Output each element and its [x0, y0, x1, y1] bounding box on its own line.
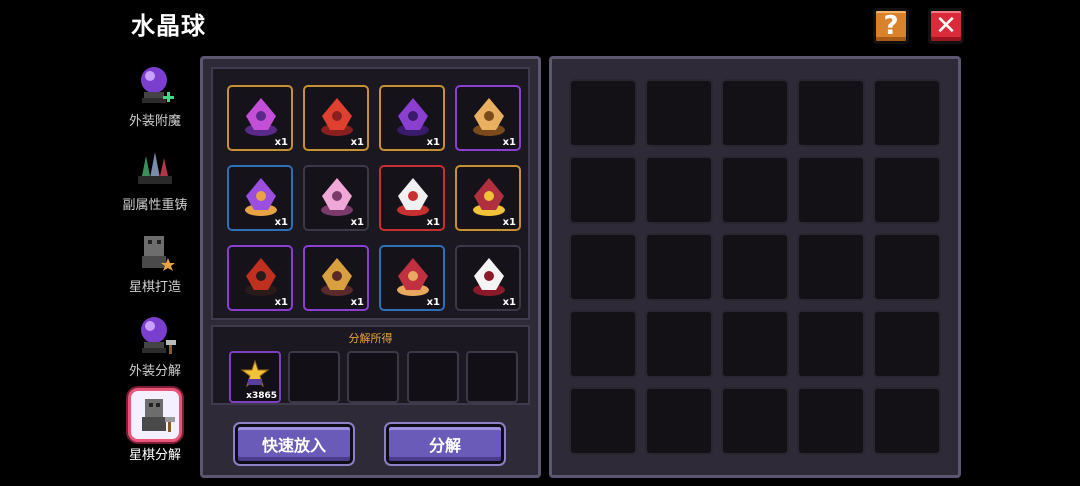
golden-bell-pot-icon: [321, 258, 353, 296]
purple-spellbook-icon: [245, 98, 277, 136]
item-quantity: x1: [426, 297, 440, 308]
help-button[interactable]: ?: [873, 8, 909, 44]
decompose-item-slot[interactable]: x1: [455, 165, 521, 231]
close-icon: ✕: [935, 11, 957, 41]
sidebar-item-substat-reforge[interactable]: 副属性重铸: [112, 146, 198, 220]
golden-horns-helmet-icon: [473, 98, 505, 136]
chess-piece-star-icon: [132, 228, 178, 274]
sidebar-item-chess-decompose[interactable]: 星棋分解: [112, 388, 198, 463]
inventory-slot[interactable]: [797, 310, 865, 378]
yield-slot[interactable]: [347, 351, 399, 403]
sidebar-item-skin-decompose[interactable]: 外装分解: [112, 312, 198, 386]
white-ghost-hat-icon: [473, 258, 505, 296]
decompose-item-slot[interactable]: x1: [379, 85, 445, 151]
decompose-item-slot[interactable]: x1: [227, 165, 293, 231]
pink-horns-icon: [321, 178, 353, 216]
inventory-slot[interactable]: [569, 233, 637, 301]
item-quantity: x1: [350, 137, 364, 148]
decompose-item-slot[interactable]: x1: [303, 165, 369, 231]
sidebar-item-skin-enchant[interactable]: 外装附魔: [112, 62, 198, 136]
yield-slot[interactable]: [407, 351, 459, 403]
item-quantity: x1: [426, 217, 440, 228]
inventory-slot[interactable]: [569, 156, 637, 224]
inventory-slot[interactable]: [797, 79, 865, 147]
inventory-slot[interactable]: [645, 310, 713, 378]
yield-slot[interactable]: x3865: [229, 351, 281, 403]
inventory-slot[interactable]: [797, 156, 865, 224]
item-quantity: x1: [502, 297, 516, 308]
item-quantity: x1: [350, 217, 364, 228]
sidebar-item-label: 外装附魔: [128, 114, 181, 129]
sidebar-item-chess-forge[interactable]: 星棋打造: [112, 228, 198, 302]
decompose-item-slot[interactable]: x1: [303, 85, 369, 151]
decompose-item-slot[interactable]: x1: [227, 245, 293, 311]
quick-add-button[interactable]: 快速放入: [235, 424, 353, 464]
yield-quantity: x3865: [246, 391, 277, 401]
sidebar-item-label: 副属性重铸: [122, 198, 188, 213]
page-title: 水晶球: [131, 12, 206, 40]
purple-robe-icon: [245, 178, 277, 216]
red-gem-box-icon: [473, 178, 505, 216]
crystal-ball-plus-icon: [132, 62, 178, 108]
red-crystal-staff-icon: [321, 98, 353, 136]
inventory-slot[interactable]: [873, 233, 941, 301]
sidebar-item-label: 星棋分解: [128, 448, 181, 463]
decompose-button[interactable]: 分解: [386, 424, 504, 464]
decompose-item-grid: x1 x1 x1 x1 x1 x1 x1 x1 x1 x1 x1 x1: [211, 67, 530, 320]
inventory-slot[interactable]: [721, 79, 789, 147]
chess-piece-hammer-icon: [128, 388, 182, 442]
decompose-item-slot[interactable]: x1: [379, 165, 445, 231]
decompose-item-slot[interactable]: x1: [455, 245, 521, 311]
white-dragon-mask-icon: [397, 178, 429, 216]
inventory-slot[interactable]: [645, 156, 713, 224]
inventory-slot[interactable]: [721, 310, 789, 378]
inventory-slot[interactable]: [569, 310, 637, 378]
decompose-yield-box: 分解所得 x3865: [211, 325, 530, 405]
question-mark-icon: ?: [883, 11, 899, 41]
inventory-slot[interactable]: [569, 387, 637, 455]
decompose-item-slot[interactable]: x1: [455, 85, 521, 151]
inventory-slot[interactable]: [721, 233, 789, 301]
item-quantity: x1: [350, 297, 364, 308]
item-quantity: x1: [274, 217, 288, 228]
inventory-panel: [549, 56, 961, 478]
item-quantity: x1: [502, 137, 516, 148]
decompose-item-slot[interactable]: x1: [303, 245, 369, 311]
sidebar-item-label: 星棋打造: [128, 280, 181, 295]
purple-crystal-staff-icon: [397, 98, 429, 136]
inventory-slot[interactable]: [645, 233, 713, 301]
decompose-item-slot[interactable]: x1: [379, 245, 445, 311]
yield-title: 分解所得: [348, 332, 393, 345]
red-witch-hat-icon: [245, 258, 277, 296]
yield-slot[interactable]: [466, 351, 518, 403]
item-quantity: x1: [274, 137, 288, 148]
item-quantity: x1: [426, 137, 440, 148]
gem-crystals-icon: [132, 146, 178, 192]
inventory-slot[interactable]: [569, 79, 637, 147]
inventory-slot[interactable]: [645, 387, 713, 455]
inventory-slot[interactable]: [873, 310, 941, 378]
inventory-slot[interactable]: [873, 156, 941, 224]
decompose-item-slot[interactable]: x1: [227, 85, 293, 151]
decompose-panel: x1 x1 x1 x1 x1 x1 x1 x1 x1 x1 x1 x1 分解所得 x3865 快速放入…: [200, 56, 541, 478]
inventory-slot[interactable]: [797, 233, 865, 301]
star-shard-icon: [240, 359, 270, 388]
inventory-slot[interactable]: [645, 79, 713, 147]
yield-slot[interactable]: [288, 351, 340, 403]
inventory-slot[interactable]: [721, 387, 789, 455]
item-quantity: x1: [502, 217, 516, 228]
sidebar-item-label: 外装分解: [128, 364, 181, 379]
inventory-slot[interactable]: [721, 156, 789, 224]
item-quantity: x1: [274, 297, 288, 308]
crystal-ball-hammer-icon: [132, 312, 178, 358]
close-button[interactable]: ✕: [928, 8, 964, 44]
inventory-slot[interactable]: [797, 387, 865, 455]
red-bow-pot-icon: [397, 258, 429, 296]
inventory-slot[interactable]: [873, 79, 941, 147]
inventory-slot[interactable]: [873, 387, 941, 455]
